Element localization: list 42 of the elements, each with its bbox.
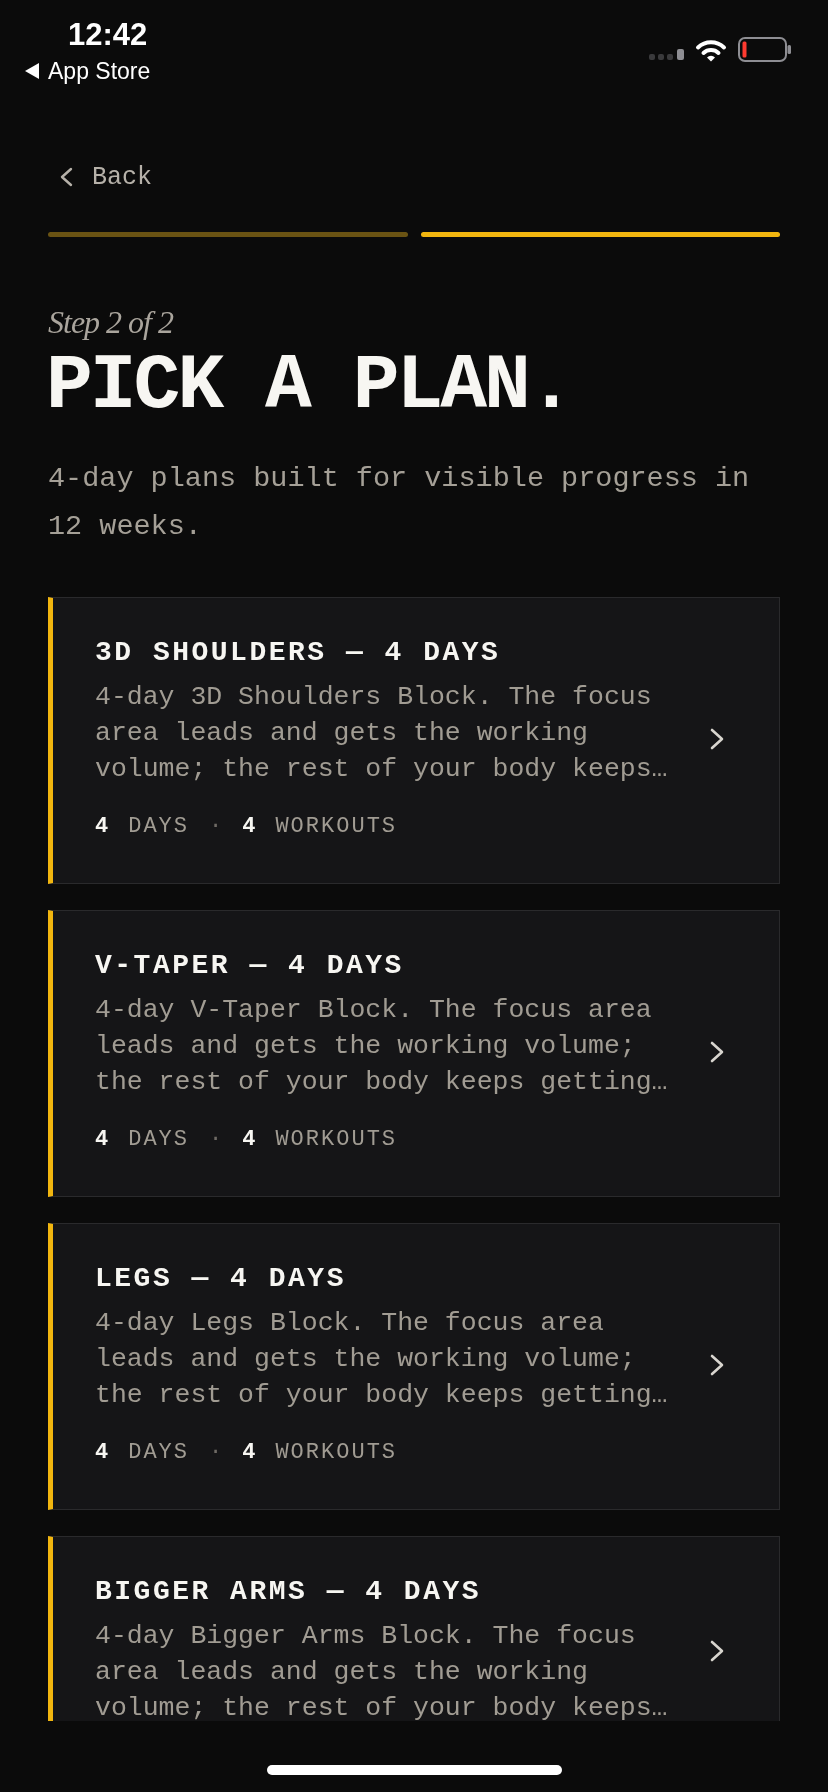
plan-description: 4-day Bigger Arms Block. The focus area leads and gets the working volume; the rest of your body keeps…: [95, 1620, 669, 1721]
status-time: 12:42: [68, 17, 148, 53]
plan-card[interactable]: 3D SHOULDERS — 4 DAYS 4-day 3D Shoulders Block. The focus area leads and gets the working volume; the rest of your body keeps… 4 DAYS · 4 WORKOUTS: [48, 597, 780, 884]
stat-count: 4: [242, 1440, 256, 1466]
stat-count: 4: [242, 814, 256, 840]
plan-card[interactable]: BIGGER ARMS — 4 DAYS 4-day Bigger Arms Block. The focus area leads and gets the working volume; the rest of your body keeps…: [48, 1536, 780, 1721]
stat-count: 4: [95, 814, 109, 840]
plan-title: 3D SHOULDERS — 4 DAYS: [95, 637, 502, 669]
stat-count: 4: [95, 1440, 109, 1466]
chevron-right-icon: [710, 1040, 724, 1063]
meta-separator: ·: [209, 814, 223, 840]
stat-unit: DAYS: [128, 1440, 189, 1466]
signal-icon: [649, 49, 685, 60]
page-subtitle: 4-day plans built for visible progress in 12 weeks.: [48, 461, 751, 545]
plan-card[interactable]: V-TAPER — 4 DAYS 4-day V-Taper Block. The focus area leads and gets the working volume; the rest of your body keeps getting… 4 DAYS · 4 WORKOUTS: [48, 910, 780, 1197]
page-title: PICK A PLAN.: [46, 346, 573, 426]
back-triangle-icon: [25, 63, 39, 79]
battery-icon: [738, 37, 791, 62]
chevron-right-icon: [710, 1640, 724, 1662]
stat-unit: WORKOUTS: [275, 1440, 398, 1466]
plan-description: 4-day Legs Block. The focus area leads and gets the working volume; the rest of your body keeps getting…: [95, 1307, 669, 1412]
plan-title: LEGS — 4 DAYS: [95, 1263, 347, 1295]
meta-separator: ·: [209, 1127, 223, 1153]
stat-count: 4: [95, 1127, 109, 1153]
back-button[interactable]: Back: [59, 157, 152, 197]
plan-title: BIGGER ARMS — 4 DAYS: [95, 1576, 483, 1608]
plan-card[interactable]: LEGS — 4 DAYS 4-day Legs Block. The focus area leads and gets the working volume; the rest of your body keeps getting… 4 DAYS · 4 WORKOUTS: [48, 1223, 780, 1510]
plan-description: 4-day 3D Shoulders Block. The focus area leads and gets the working volume; the rest of your body keeps…: [95, 681, 669, 786]
stat-count: 4: [242, 1127, 256, 1153]
stat-unit: DAYS: [128, 814, 189, 840]
stat-unit: DAYS: [128, 1127, 189, 1153]
chevron-right-icon: [710, 727, 724, 750]
stat-unit: WORKOUTS: [275, 1127, 398, 1153]
plan-title: V-TAPER — 4 DAYS: [95, 950, 405, 982]
return-app-link[interactable]: App Store: [25, 57, 151, 85]
plan-description: 4-day V-Taper Block. The focus area leads and gets the working volume; the rest of your body keeps getting…: [95, 994, 669, 1099]
chevron-left-icon: [59, 167, 73, 187]
chevron-right-icon: [710, 1353, 724, 1376]
meta-separator: ·: [209, 1440, 223, 1466]
wifi-icon: [695, 39, 727, 62]
step-label: Step 2 of 2: [48, 303, 175, 342]
stat-unit: WORKOUTS: [275, 814, 398, 840]
